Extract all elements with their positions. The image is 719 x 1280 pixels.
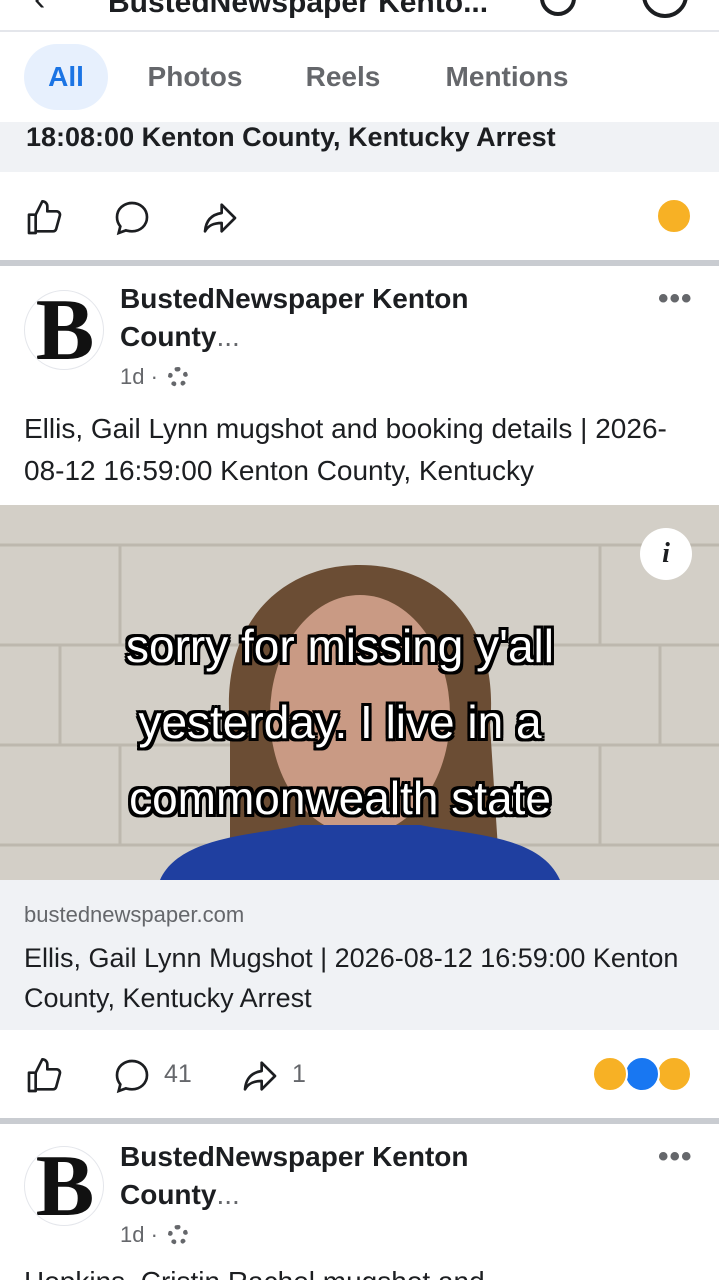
filter-tabs: All Photos Reels Mentions <box>0 34 719 122</box>
page-avatar[interactable]: B <box>24 290 104 370</box>
more-options-icon[interactable]: ••• <box>658 1140 693 1174</box>
page-name[interactable]: BustedNewspaper Kenton County... <box>120 1138 540 1214</box>
care-reaction-icon <box>656 198 692 234</box>
previous-post-link-title: 18:08:00 Kenton County, Kentucky Arrest <box>26 122 556 152</box>
info-icon[interactable]: i <box>640 528 692 580</box>
tab-all[interactable]: All <box>24 44 108 110</box>
header-title: BustedNewspaper Kento... <box>108 0 489 19</box>
share-icon[interactable] <box>200 198 240 238</box>
next-post-card: B BustedNewspaper Kenton County... 1d · … <box>0 1124 719 1262</box>
page-avatar[interactable]: B <box>24 1146 104 1226</box>
previous-post-link-preview[interactable]: 18:08:00 Kenton County, Kentucky Arrest <box>0 122 719 172</box>
page-name-line1: BustedNewspaper Kenton <box>120 1141 469 1172</box>
post-actions: 41 1 <box>0 1030 719 1118</box>
reaction-summary[interactable] <box>592 1056 696 1094</box>
gear-icon <box>168 1225 189 1245</box>
post-text: Ellis, Gail Lynn mugshot and booking det… <box>24 413 667 486</box>
profile-icon[interactable] <box>642 0 688 18</box>
post-meta: 1d · <box>120 1222 189 1248</box>
page-name-ellipsis: ... <box>216 1179 240 1210</box>
post-meta: 1d · <box>120 364 189 390</box>
page-name[interactable]: BustedNewspaper Kenton County... <box>120 280 540 356</box>
care-reaction-icon <box>592 1056 628 1092</box>
page-name-line1: BustedNewspaper Kenton <box>120 283 469 314</box>
tab-mentions[interactable]: Mentions <box>428 44 586 110</box>
page-name-line2: County <box>120 321 217 352</box>
comments-count[interactable]: 41 <box>164 1060 192 1089</box>
next-post-text: Hopkins, Cristin Rachel mugshot and <box>24 1266 485 1280</box>
link-title: Ellis, Gail Lynn Mugshot | 2026-08-12 16… <box>24 943 679 1013</box>
comment-icon[interactable] <box>112 198 152 238</box>
page-name-line2: County <box>120 1179 217 1210</box>
link-preview[interactable]: bustednewspaper.com Ellis, Gail Lynn Mug… <box>0 880 719 1030</box>
page-logo-letter: B <box>35 290 95 370</box>
search-icon[interactable] <box>540 0 576 16</box>
next-post-text-cutoff: Hopkins, Cristin Rachel mugshot and <box>0 1262 719 1280</box>
gear-icon <box>168 367 189 387</box>
sad-reaction-icon <box>656 1056 692 1092</box>
back-arrow-icon[interactable]: ‹ <box>34 0 45 19</box>
page-logo-letter: B <box>35 1146 95 1226</box>
comment-icon[interactable] <box>112 1056 152 1096</box>
top-header: ‹ BustedNewspaper Kento... <box>0 0 719 32</box>
image-caption-overlay: sorry for missing y'all yesterday. I liv… <box>126 620 554 824</box>
like-reaction-icon <box>624 1056 660 1092</box>
reaction-summary[interactable] <box>656 198 696 236</box>
post-time: 1d · <box>120 1222 158 1247</box>
like-icon[interactable] <box>24 198 64 238</box>
previous-post-actions <box>0 172 719 260</box>
share-icon[interactable] <box>240 1056 280 1096</box>
like-icon[interactable] <box>24 1056 64 1096</box>
post-card: B BustedNewspaper Kenton County... 1d · … <box>0 266 719 506</box>
tab-photos[interactable]: Photos <box>134 44 256 110</box>
shares-count[interactable]: 1 <box>292 1060 306 1089</box>
page-name-ellipsis: ... <box>216 321 240 352</box>
post-time: 1d · <box>120 364 158 389</box>
tab-reels[interactable]: Reels <box>290 44 396 110</box>
more-options-icon[interactable]: ••• <box>658 282 693 316</box>
link-domain: bustednewspaper.com <box>24 902 245 927</box>
